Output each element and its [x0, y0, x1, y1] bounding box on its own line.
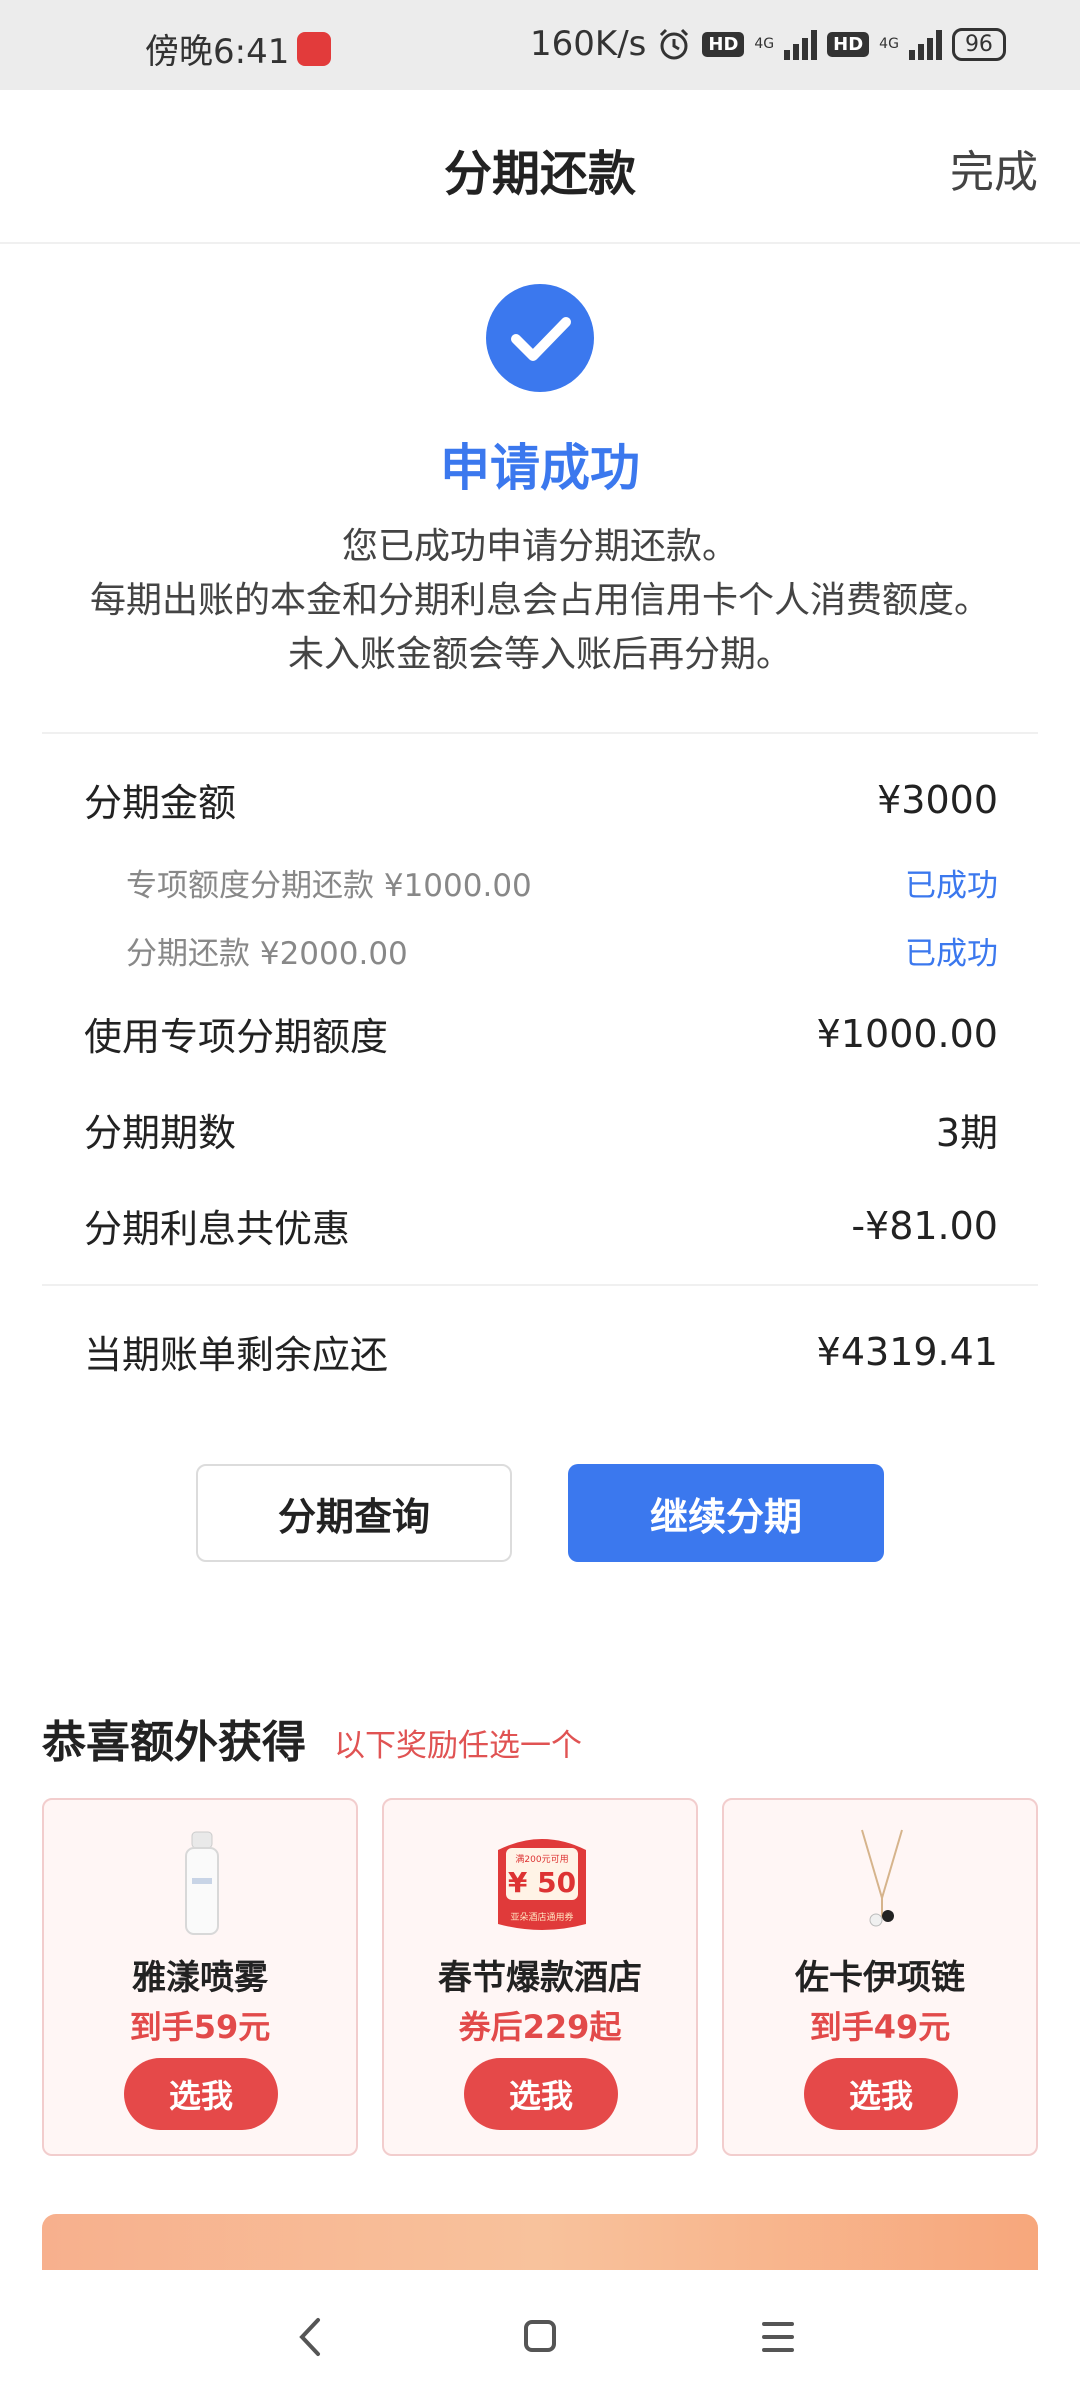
remaining-value: ¥4319.41 — [816, 1329, 998, 1374]
system-nav-bar — [0, 2270, 1080, 2400]
header: 分期还款 完成 — [0, 90, 1080, 244]
select-button[interactable]: 选我 — [804, 2058, 958, 2130]
periods-label: 分期期数 — [84, 1111, 237, 1155]
amount-value: ¥3000 — [877, 777, 998, 822]
network-type-2: 4G — [879, 36, 899, 52]
quota-row: 使用专项分期额度 ¥1000.00 — [84, 1006, 998, 1061]
reward-price: 券后229起 — [458, 2008, 622, 2046]
back-icon[interactable] — [290, 2312, 330, 2362]
signal-icon — [784, 28, 818, 60]
sub1-label: 专项额度分期还款 ¥1000.00 — [126, 868, 532, 904]
coupon-condition: 满200元可用 — [515, 1854, 568, 1865]
success-check-icon — [486, 284, 594, 392]
success-description: 您已成功申请分期还款。 每期出账的本金和分期利息会占用信用卡个人消费额度。未入账… — [80, 520, 1000, 682]
sub-installment-row-1: 专项额度分期还款 ¥1000.00 已成功 — [126, 860, 998, 905]
coupon-value: ¥ 50 — [508, 1866, 576, 1899]
reward-price: 到手49元 — [809, 2008, 951, 2046]
reward-name: 春节爆款酒店 — [438, 1958, 642, 1998]
quota-label: 使用专项分期额度 — [84, 1015, 389, 1059]
select-button[interactable]: 选我 — [464, 2058, 618, 2130]
page-title: 分期还款 — [443, 146, 636, 202]
sub2-status: 已成功 — [905, 936, 998, 972]
continue-installment-button[interactable]: 继续分期 — [568, 1464, 884, 1562]
done-button[interactable]: 完成 — [950, 136, 1038, 200]
status-time: 傍晚6:41 — [145, 32, 290, 72]
network-type: 4G — [754, 36, 775, 52]
promo-banner[interactable] — [42, 2214, 1038, 2274]
necklace-icon — [861, 1829, 903, 1927]
home-icon[interactable] — [522, 2312, 558, 2362]
periods-value: 3期 — [935, 1111, 998, 1155]
reward-name: 佐卡伊项链 — [795, 1958, 965, 1998]
remaining-row: 当期账单剩余应还 ¥4319.41 — [84, 1324, 998, 1379]
hd-badge: HD — [702, 31, 745, 57]
quota-value: ¥1000.00 — [816, 1011, 998, 1056]
discount-value: -¥81.00 — [851, 1203, 998, 1248]
periods-row: 分期期数 3期 — [84, 1102, 998, 1157]
divider — [42, 732, 1038, 734]
alarm-icon — [660, 28, 689, 60]
network-speed: 160K/s — [530, 24, 647, 64]
app-notification-icon — [297, 31, 332, 66]
coupon-name: 亚朵酒店通用券 — [510, 1911, 573, 1923]
success-title: 申请成功 — [440, 439, 640, 497]
reward-card-hotel[interactable]: 满200元可用 ¥ 50 亚朵酒店通用券 春节爆款酒店 券后229起 选我 — [382, 1798, 698, 2156]
desc-line-2: 每期出账的本金和分期利息会占用信用卡个人消费额度。未入账金额会等入账后再分期。 — [89, 580, 990, 675]
amount-label: 分期金额 — [84, 781, 237, 825]
sub1-status: 已成功 — [905, 868, 998, 904]
select-button[interactable]: 选我 — [124, 2058, 278, 2130]
reward-price: 到手59元 — [129, 2008, 271, 2046]
sub2-label: 分期还款 ¥2000.00 — [126, 936, 408, 972]
hotel-coupon-icon: 满200元可用 ¥ 50 亚朵酒店通用券 — [498, 1839, 586, 1930]
discount-label: 分期利息共优惠 — [84, 1207, 351, 1251]
reward-name: 雅漾喷雾 — [132, 1958, 268, 1998]
signal-icon-2 — [908, 28, 942, 60]
reward-card-spray[interactable]: 雅漾喷雾 到手59元 选我 — [42, 1798, 358, 2156]
sub-installment-row-2: 分期还款 ¥2000.00 已成功 — [126, 928, 998, 973]
battery-icon: 96 — [951, 27, 1006, 61]
installment-query-button[interactable]: 分期查询 — [196, 1464, 512, 1562]
desc-line-1: 您已成功申请分期还款。 — [341, 526, 738, 567]
spray-bottle-icon — [185, 1831, 219, 1935]
reward-title: 恭喜额外获得 — [42, 1717, 306, 1768]
status-bar: 傍晚6:41 160K/s HD 4G HD 4G 96 — [0, 0, 1080, 90]
hd-badge-2: HD — [827, 31, 870, 57]
divider-2 — [42, 1284, 1038, 1286]
remaining-label: 当期账单剩余应还 — [84, 1333, 389, 1377]
menu-icon[interactable] — [760, 2312, 796, 2362]
reward-card-necklace[interactable]: 佐卡伊项链 到手49元 选我 — [722, 1798, 1038, 2156]
reward-subtitle: 以下奖励任选一个 — [334, 1728, 582, 1764]
amount-row: 分期金额 ¥3000 — [84, 772, 998, 827]
discount-row: 分期利息共优惠 -¥81.00 — [84, 1198, 998, 1253]
